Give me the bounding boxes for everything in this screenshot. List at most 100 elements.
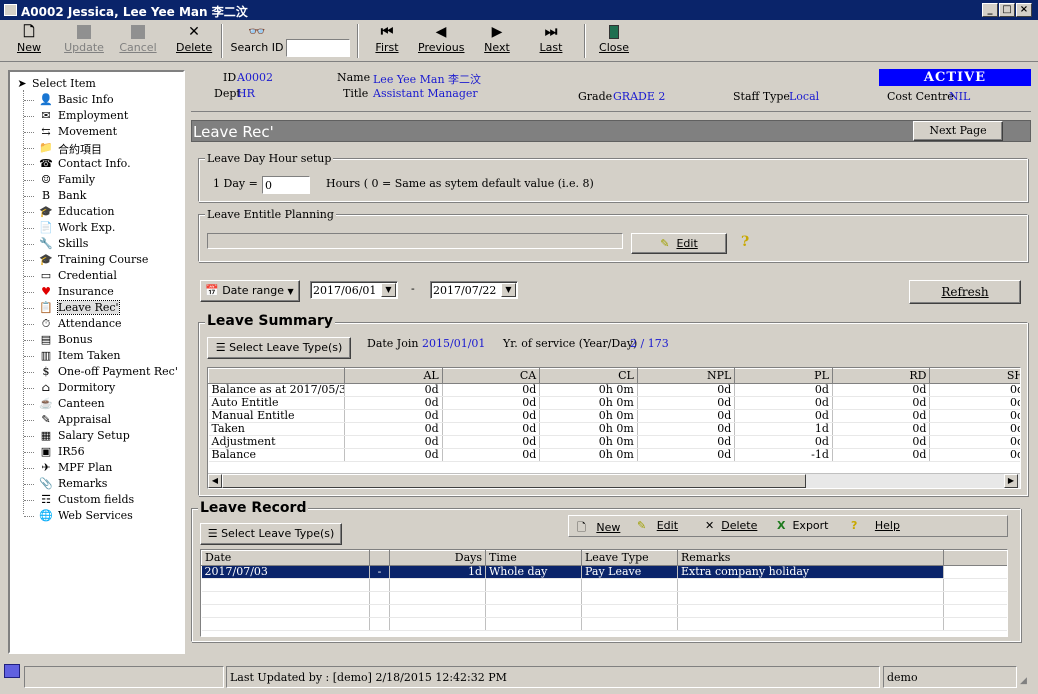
resize-grip-icon[interactable]: ◢ bbox=[1020, 676, 1034, 690]
record-row[interactable]: 2017/07/03-1d Whole day Pay Leave Extra com… bbox=[201, 565, 1007, 579]
summary-cell: 0h 0m bbox=[539, 383, 638, 397]
summary-column-header[interactable]: PL bbox=[734, 368, 833, 384]
record-column-header[interactable]: Remarks bbox=[677, 550, 944, 566]
scroll-left-icon[interactable]: ◀ bbox=[208, 474, 222, 488]
summary-column-header[interactable]: SH bbox=[929, 368, 1020, 384]
last-record-icon: ⏭ bbox=[544, 24, 558, 40]
tree-item-label: Movement bbox=[58, 125, 118, 138]
summary-row[interactable]: Balance0d0d0h 0m0d-1d0d0d bbox=[208, 448, 1020, 462]
door-exit-icon bbox=[598, 23, 630, 41]
date-from-picker[interactable]: 2017/06/01 ▼ bbox=[310, 281, 398, 299]
record-cell bbox=[943, 591, 1007, 605]
scrollbar-thumb[interactable] bbox=[222, 474, 806, 488]
next-page-button[interactable]: Next Page bbox=[913, 121, 1003, 141]
summary-cell: 0d bbox=[344, 409, 443, 423]
close-window-button[interactable]: × bbox=[1016, 3, 1032, 17]
tree-item-label: Custom fields bbox=[58, 493, 135, 506]
summary-cell: 0h 0m bbox=[539, 396, 638, 410]
record-cell bbox=[201, 617, 370, 631]
scroll-right-icon[interactable]: ▶ bbox=[1004, 474, 1018, 488]
summary-row[interactable]: Balance as at 2017/05/31 0d 0d 0h 0m 0d 0d 0d 0… bbox=[208, 383, 1020, 397]
summary-select-leave-types-button[interactable]: ☰ Select Leave Type(s) bbox=[207, 337, 351, 359]
date-range-dropdown[interactable]: 📅 Date range ▼ bbox=[200, 280, 300, 302]
record-column-header[interactable]: Date bbox=[201, 550, 370, 566]
help-icon[interactable]: ? bbox=[741, 234, 749, 250]
dropdown-arrow-icon[interactable]: ▼ bbox=[501, 283, 516, 297]
dropdown-arrow-icon[interactable]: ▼ bbox=[381, 283, 396, 297]
summary-horizontal-scrollbar[interactable]: ◀ ▶ bbox=[208, 473, 1020, 488]
tree-branch-line bbox=[24, 292, 34, 293]
tree-branch-line bbox=[24, 228, 34, 229]
record-column-header[interactable] bbox=[369, 550, 390, 566]
entitle-plan-field bbox=[207, 233, 623, 249]
record-column-header[interactable]: Days bbox=[389, 550, 486, 566]
record-help-button[interactable]: ? Help bbox=[851, 519, 900, 532]
maximize-button[interactable]: □ bbox=[999, 3, 1015, 17]
record-grid[interactable]: Date Days Time Leave Type Remarks 2017/07/03… bbox=[200, 549, 1008, 637]
summary-column-header[interactable] bbox=[208, 368, 346, 384]
date-to-picker[interactable]: 2017/07/22 ▼ bbox=[430, 281, 518, 299]
summary-row[interactable]: Manual Entitle0d0d0h 0m0d0d0d0d bbox=[208, 409, 1020, 423]
delete-x-icon: ✕ bbox=[188, 24, 200, 40]
record-column-header[interactable]: Time bbox=[485, 550, 582, 566]
summary-row[interactable]: Auto Entitle0d0d0h 0m0d0d0d0d bbox=[208, 396, 1020, 410]
previous-button[interactable]: ◀ Previous bbox=[418, 23, 465, 59]
tree-item-label: Basic Info bbox=[58, 93, 114, 106]
employee-dept: HR bbox=[237, 87, 255, 100]
paperclip-icon: 📎 bbox=[39, 477, 53, 490]
refresh-button[interactable]: Refresh bbox=[909, 280, 1021, 304]
summary-cell: 0d bbox=[637, 435, 736, 449]
summary-column-header[interactable]: RD bbox=[831, 368, 931, 384]
summary-row[interactable]: Adjustment0d0d0h 0m0d0d0d0d bbox=[208, 435, 1020, 449]
record-export-button[interactable]: X Export bbox=[777, 519, 829, 532]
record-column-header[interactable]: Leave Type bbox=[581, 550, 678, 566]
record-edit-button[interactable]: ✎ Edit bbox=[637, 519, 678, 532]
appraisal-icon: ✎ bbox=[41, 413, 51, 426]
status-panel-blank bbox=[24, 666, 224, 688]
section-header: Leave Rec' Next Page bbox=[191, 120, 1031, 142]
employee-header: ID A0002 Dept HR Name Lee Yee Man 李二汶 Ti… bbox=[191, 66, 1031, 112]
tree-item-label: Credential bbox=[58, 269, 117, 282]
summary-column-header[interactable]: NPL bbox=[636, 368, 736, 384]
summary-column-header[interactable]: CL bbox=[539, 368, 638, 384]
tree-item-label: Bonus bbox=[58, 333, 93, 346]
record-delete-button[interactable]: ✕ Delete bbox=[705, 519, 757, 532]
search-id-label-group: 👓 Search ID bbox=[230, 24, 284, 54]
record-column-header[interactable] bbox=[943, 550, 1007, 566]
tree-branch-line bbox=[24, 436, 34, 437]
delete-button[interactable]: ✕ Delete bbox=[176, 23, 212, 59]
record-new-button[interactable]: 🗋 New bbox=[577, 519, 620, 538]
leave-summary-title: Leave Summary bbox=[205, 313, 336, 329]
summary-grid[interactable]: ALCACLNPLPLRDSH Balance as at 2017/05/31… bbox=[207, 367, 1021, 489]
close-button[interactable]: Close bbox=[598, 23, 630, 59]
service-value: 2 / 173 bbox=[630, 337, 669, 350]
summary-column-header[interactable]: CA bbox=[441, 368, 541, 384]
record-cell bbox=[485, 604, 582, 618]
record-select-leave-types-button[interactable]: ☰ Select Leave Type(s) bbox=[200, 523, 342, 545]
new-button[interactable]: 🗋 New bbox=[14, 23, 44, 59]
first-button[interactable]: ⏮ First bbox=[372, 23, 402, 59]
summary-cell: 0d bbox=[929, 448, 1020, 462]
section-title: Leave Rec' bbox=[193, 123, 274, 141]
record-cell bbox=[581, 591, 678, 605]
search-id-input[interactable] bbox=[286, 39, 350, 57]
cancel-button[interactable]: Cancel bbox=[118, 23, 158, 59]
summary-cell: 0h 0m bbox=[539, 448, 638, 462]
credential-card-icon: ▭ bbox=[40, 269, 52, 282]
entitle-edit-button[interactable]: ✎ Edit bbox=[631, 233, 727, 254]
record-empty-row bbox=[201, 604, 1007, 618]
navigation-tree: ➤ Select Item 👤 Basic Info ✉ Employment ⇆ Mov… bbox=[8, 70, 185, 654]
summary-column-header[interactable]: AL bbox=[344, 368, 443, 384]
summary-row[interactable]: Taken0d0d0h 0m0d1d0d0d bbox=[208, 422, 1020, 436]
day-hours-input[interactable] bbox=[262, 176, 310, 194]
record-cell bbox=[677, 591, 944, 605]
summary-cell: 0d bbox=[637, 448, 736, 462]
update-button[interactable]: Update bbox=[62, 23, 106, 59]
tree-item-label: Skills bbox=[58, 237, 89, 250]
tree-item-label: Education bbox=[58, 205, 115, 218]
last-button[interactable]: ⏭ Last bbox=[536, 23, 566, 59]
minimize-button[interactable]: _ bbox=[982, 3, 998, 17]
next-button[interactable]: ▶ Next bbox=[482, 23, 512, 59]
record-cell bbox=[677, 604, 944, 618]
binoculars-icon: 👓 bbox=[248, 24, 266, 40]
